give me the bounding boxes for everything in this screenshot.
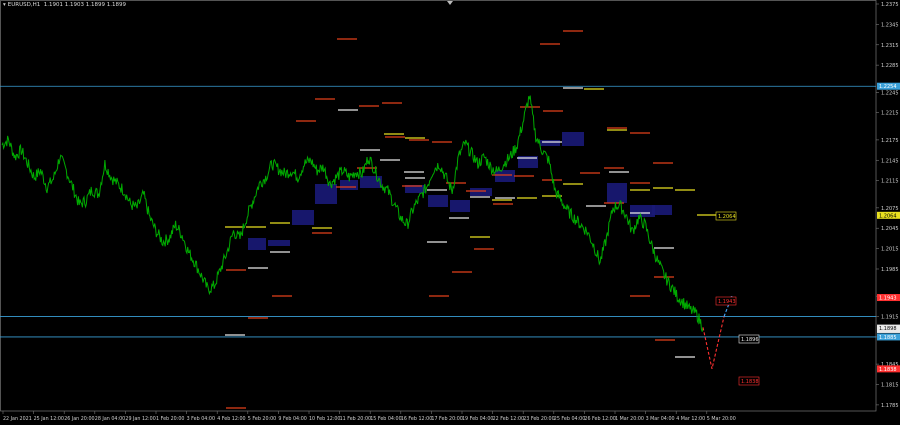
x-tick-label: 23 Feb 20:00 xyxy=(523,416,554,422)
axis-price-label-2: 1.1943 xyxy=(879,296,897,302)
y-tick-label: 1.2215 xyxy=(881,111,899,117)
x-tick-label: 4 Feb 12:00 xyxy=(217,416,245,422)
zone-12 xyxy=(540,140,560,146)
y-tick-label: 1.2245 xyxy=(881,90,899,96)
y-tick-label: 1.2015 xyxy=(881,247,899,253)
y-tick-label: 1.2145 xyxy=(881,158,899,164)
zone-3 xyxy=(315,184,337,204)
y-tick-label: 1.2285 xyxy=(881,63,899,69)
x-tick-label: 5 Mar 20:00 xyxy=(707,416,736,422)
zone-9 xyxy=(470,188,492,196)
x-tick-label: 28 Jan 04:00 xyxy=(95,416,125,422)
x-tick-label: 4 Mar 12:00 xyxy=(676,416,705,422)
y-tick-label: 1.2075 xyxy=(881,206,899,212)
zone-4 xyxy=(340,180,358,190)
x-tick-label: 19 Feb 04:00 xyxy=(462,416,493,422)
x-tick-label: 3 Mar 04:00 xyxy=(646,416,675,422)
x-tick-label: 26 Feb 12:00 xyxy=(584,416,615,422)
x-tick-label: 22 Jan 2021 xyxy=(3,416,32,422)
y-tick-label: 1.2175 xyxy=(881,138,899,144)
x-tick-label: 5 Feb 20:00 xyxy=(248,416,276,422)
axis-price-label-4: 1.1898 xyxy=(879,326,897,332)
x-tick-label: 3 Feb 04:00 xyxy=(187,416,215,422)
x-tick-label: 25 Jan 12:00 xyxy=(34,416,64,422)
x-tick-label: 25 Feb 04:00 xyxy=(554,416,585,422)
y-tick-label: 1.1915 xyxy=(881,315,899,321)
y-tick-label: 1.1985 xyxy=(881,267,899,273)
price-series-line xyxy=(1,95,704,332)
x-tick-label: 1 Mar 20:00 xyxy=(615,416,644,422)
y-tick-label: 1.1815 xyxy=(881,383,899,389)
x-tick-label: 26 Jan 20:00 xyxy=(64,416,94,422)
price-tag-0: 1.2064 xyxy=(718,214,736,220)
price-chart[interactable]: 1.2064 1.1943 1.1896 1.1838 1.2375 1.2345 1.23… xyxy=(0,0,900,425)
zone-8 xyxy=(450,200,470,212)
zone-14 xyxy=(607,183,627,203)
x-tick-label: 22 Feb 12:00 xyxy=(493,416,524,422)
x-tick-label: 17 Feb 20:00 xyxy=(431,416,462,422)
zone-1 xyxy=(268,240,290,246)
axis-price-label-6: 1.1838 xyxy=(879,367,897,373)
y-tick-label: 1.1785 xyxy=(881,403,899,409)
x-tick-label: 15 Feb 04:00 xyxy=(370,416,401,422)
price-tag-3: 1.1838 xyxy=(741,379,759,385)
x-tick-label: 10 Feb 12:00 xyxy=(309,416,340,422)
axis-price-label-1: 1.2064 xyxy=(879,213,897,219)
x-tick-label: 1 Feb 20:00 xyxy=(156,416,184,422)
price-tag-2: 1.1896 xyxy=(741,337,759,343)
projection-down-line xyxy=(702,316,725,369)
x-tick-label: 29 Jan 12:00 xyxy=(125,416,155,422)
zone-7 xyxy=(428,195,448,207)
chart-window[interactable]: ▾ EURUSD,H1 1.1901 1.1903 1.1899 1.1899 1… xyxy=(0,0,900,425)
zone-0 xyxy=(248,238,266,250)
x-tick-label: 16 Feb 12:00 xyxy=(401,416,432,422)
y-tick-label: 1.2115 xyxy=(881,179,899,185)
zone-2 xyxy=(292,210,314,225)
zone-15 xyxy=(630,205,655,217)
zone-10 xyxy=(495,170,515,182)
axis-price-label-5: 1.1885 xyxy=(879,335,897,341)
y-tick-label: 1.2375 xyxy=(881,2,899,8)
zone-16 xyxy=(652,205,672,215)
zone-13 xyxy=(562,132,584,146)
price-tag-1: 1.1943 xyxy=(718,299,736,305)
y-tick-label: 1.2345 xyxy=(881,22,899,28)
x-tick-label: 9 Feb 04:00 xyxy=(278,416,306,422)
x-tick-label: 11 Feb 20:00 xyxy=(340,416,371,422)
y-tick-label: 1.2045 xyxy=(881,226,899,232)
y-tick-label: 1.2315 xyxy=(881,43,899,49)
axis-price-label-0: 1.2254 xyxy=(879,84,897,90)
